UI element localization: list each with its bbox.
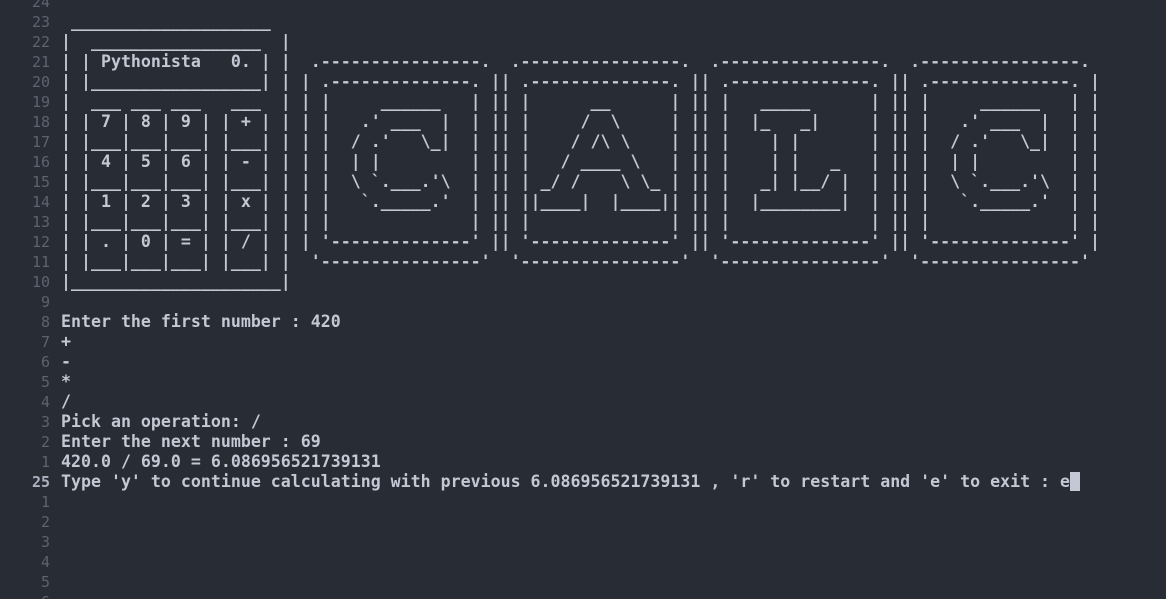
line-number: 3 [40, 533, 50, 551]
line-number: 1 [40, 493, 50, 511]
line-number: 9 [40, 293, 50, 311]
terminal-line: 15 | |___|___|___| |___| | | | \ `.___.'\… [0, 172, 1166, 192]
line-number: 15 [31, 173, 50, 191]
output-text: | | 1 | 2 | 3 | | x | | | | `._____.' | … [61, 192, 1100, 211]
line-number: 6 [40, 353, 50, 371]
terminal-line: 21 | | Pythonista 0. | | .---------------… [0, 52, 1166, 72]
terminal-line: 2 [0, 512, 1166, 532]
output-text: | |___|___|___| |___| | | | / .' \_| | |… [61, 132, 1100, 151]
terminal-line: 5 * [0, 372, 1166, 392]
line-number: 4 [40, 393, 50, 411]
terminal-line: 16 | | 4 | 5 | 6 | | - | | | | | | | || |… [0, 152, 1166, 172]
line-number: 3 [40, 413, 50, 431]
output-text: | |___|___|___| |___| | | | \ `.___.'\ |… [61, 172, 1100, 191]
terminal-line: 8 Enter the first number : 420 [0, 312, 1166, 332]
line-number: 23 [31, 13, 50, 31]
line-number: 14 [31, 193, 50, 211]
terminal-line: 14 | | 1 | 2 | 3 | | x | | | | `._____.' … [0, 192, 1166, 212]
line-number: 1 [40, 453, 50, 471]
line-number: 11 [31, 253, 50, 271]
line-number: 13 [31, 213, 50, 231]
terminal-line: 20 | |_________________| | | .-----------… [0, 72, 1166, 92]
output-text: Pick an operation: / [61, 412, 261, 431]
output-text: |_____________________| [61, 272, 291, 291]
terminal-line: 9 [0, 292, 1166, 312]
terminal-line: 4/ [0, 392, 1166, 412]
line-number: 8 [40, 313, 50, 331]
current-line-number: 25 [31, 473, 50, 491]
terminal-line: 3 Pick an operation: / [0, 412, 1166, 432]
line-number: 18 [31, 113, 50, 131]
output-text: | _________________ | [61, 32, 291, 51]
output-text: | |___|___|___| |___| | | | | || | | || … [61, 212, 1100, 231]
terminal-line: 19 | ___ ___ ___ ___ | | | ______ | || | … [0, 92, 1166, 112]
terminal-line: 12 | | . | 0 | = | | / | | | '-----------… [0, 232, 1166, 252]
output-text: | | 7 | 8 | 9 | | + | | | | .' ___ | | |… [61, 112, 1100, 131]
terminal-line: 13 | |___|___|___| |___| | | | | || | | |… [0, 212, 1166, 232]
terminal-line: 23 ____________________ [0, 12, 1166, 32]
terminal-line: 24 [0, 0, 1166, 12]
line-number: 17 [31, 133, 50, 151]
text-cursor [1070, 472, 1081, 491]
terminal-line: 3 [0, 532, 1166, 552]
terminal-line: 17 | |___|___|___| |___| | | | / .' \_| |… [0, 132, 1166, 152]
line-number: 5 [40, 573, 50, 591]
output-text: | | Pythonista 0. | | .----------------.… [61, 52, 1090, 71]
line-number: 7 [40, 333, 50, 351]
terminal-line: 18 | | 7 | 8 | 9 | | + | | | | .' ___ | |… [0, 112, 1166, 132]
line-number: 4 [40, 553, 50, 571]
output-text: 420.0 / 69.0 = 6.086956521739131 [61, 452, 381, 471]
line-number: 2 [40, 513, 50, 531]
terminal-line: 1 420.0 / 69.0 = 6.086956521739131 [0, 452, 1166, 472]
output-text: | | . | 0 | = | | / | | | '-------------… [61, 232, 1100, 251]
output-text: | | 4 | 5 | 6 | | - | | | | | | | || | /… [61, 152, 1100, 171]
terminal-line: 7 + [0, 332, 1166, 352]
output-text: + [61, 332, 71, 351]
terminal-line: 22 | _________________ | [0, 32, 1166, 52]
line-number: 22 [31, 33, 50, 51]
output-text: - [61, 352, 71, 371]
line-number: 6 [0, 592, 50, 599]
output-text: Enter the first number : 420 [61, 312, 341, 331]
terminal-line: 11 | |___|___|___| |___| | '-------------… [0, 252, 1166, 272]
input-prompt-line[interactable]: Type 'y' to continue calculating with pr… [61, 472, 1081, 492]
output-text: * [61, 372, 71, 391]
terminal-line: 1 [0, 492, 1166, 512]
output-text: / [61, 392, 71, 411]
line-number: 2 [40, 433, 50, 451]
output-text: ____________________ [61, 12, 271, 31]
terminal-line: 6- [0, 352, 1166, 372]
line-number: 16 [31, 153, 50, 171]
line-number: 20 [31, 73, 50, 91]
output-text: | ___ ___ ___ ___ | | | ______ | || | __… [61, 92, 1100, 111]
terminal-line: 6 [0, 592, 1166, 599]
terminal-line: 10 |_____________________| [0, 272, 1166, 292]
terminal-line: 2 Enter the next number : 69 [0, 432, 1166, 452]
line-number: 24 [31, 0, 50, 11]
line-number: 19 [31, 93, 50, 111]
terminal-line: 4 [0, 552, 1166, 572]
output-text: Enter the next number : 69 [61, 432, 321, 451]
output-text: | |___|___|___| |___| | '---------------… [61, 252, 1090, 271]
line-number: 12 [31, 233, 50, 251]
line-number: 5 [40, 373, 50, 391]
line-number: 10 [31, 273, 50, 291]
terminal-line: 25 Type 'y' to continue calculating with … [0, 472, 1166, 492]
line-number: 21 [31, 53, 50, 71]
terminal-line: 5 [0, 572, 1166, 592]
terminal-window[interactable]: 24 23 ____________________ 22 | ___________… [0, 0, 1166, 599]
output-text: | |_________________| | | .-------------… [61, 72, 1100, 91]
